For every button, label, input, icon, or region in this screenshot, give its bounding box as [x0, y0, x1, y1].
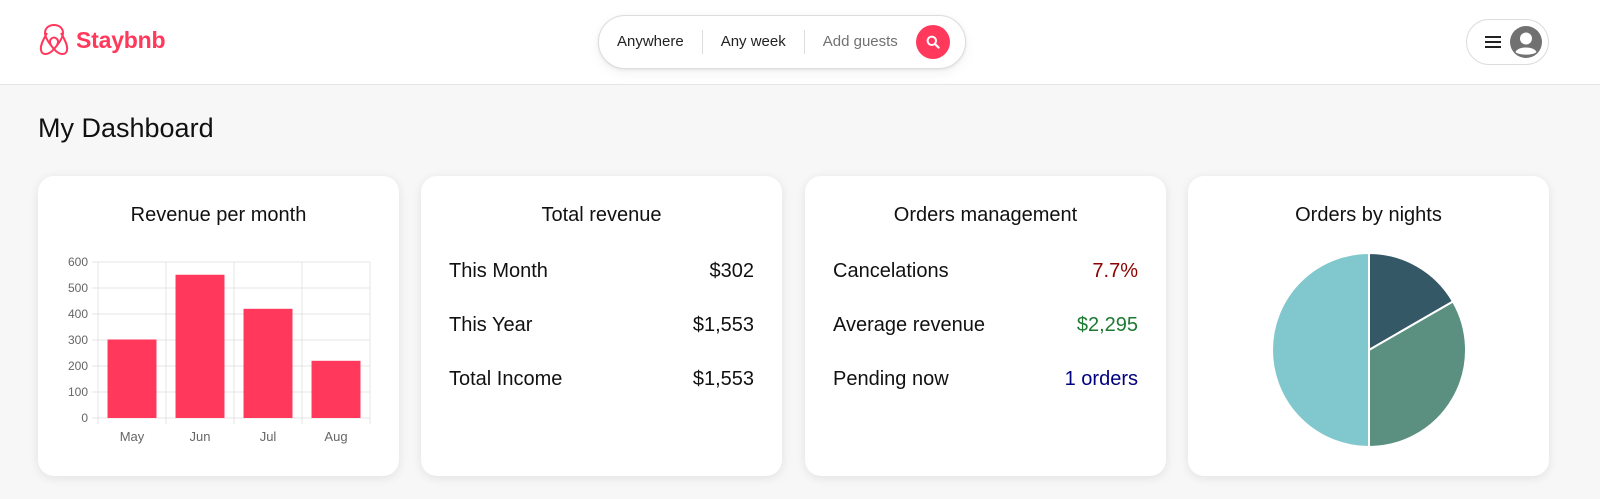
row-value: $1,553 [692, 368, 754, 390]
x-tick-label: Jun [190, 429, 211, 444]
search-when[interactable]: Any week [703, 30, 805, 54]
pie-slice-3[interactable] [1271, 251, 1370, 449]
bar-jun[interactable] [175, 274, 225, 418]
y-tick-label: 200 [68, 359, 88, 373]
y-tick-label: 0 [81, 411, 88, 425]
revenue-row-total-income: Total Income $1,553 [449, 368, 754, 391]
orders-row-cancelations: Cancelations 7.7% [833, 260, 1138, 283]
row-label: Average revenue [833, 314, 985, 336]
x-tick-label: May [120, 429, 145, 444]
card-title: Orders management [893, 204, 1078, 226]
orders-management-card: Orders management Cancelations 7.7% Aver… [805, 176, 1166, 476]
staybnb-logo-icon [39, 24, 69, 55]
row-label: Pending now [833, 368, 949, 390]
search-where[interactable]: Anywhere [599, 30, 703, 54]
revenue-per-month-card: Revenue per month 0 100 200 300 400 500 600 May… [38, 176, 399, 476]
revenue-row-this-year: This Year $1,553 [449, 314, 754, 337]
user-menu-button[interactable] [1466, 19, 1549, 65]
row-value: $302 [709, 260, 755, 282]
bar-aug[interactable] [311, 360, 361, 418]
search-icon [926, 35, 940, 49]
orders-row-average-revenue: Average revenue $2,295 [833, 314, 1138, 337]
y-tick-label: 300 [68, 333, 88, 347]
bar-may[interactable] [107, 339, 157, 418]
row-value: 1 orders [1064, 368, 1138, 390]
x-tick-label: Jul [260, 429, 277, 444]
hamburger-menu-icon [1485, 36, 1501, 48]
y-tick-label: 100 [68, 385, 88, 399]
y-tick-label: 400 [68, 307, 88, 321]
orders-by-nights-card: Orders by nights [1188, 176, 1549, 476]
row-value: $2,295 [1076, 314, 1138, 336]
y-tick-label: 500 [68, 281, 88, 295]
x-tick-label: Aug [324, 429, 347, 444]
brand-name: Staybnb [76, 26, 166, 53]
avatar-icon [1510, 26, 1542, 58]
row-label: Cancelations [833, 260, 949, 282]
row-label: This Month [449, 260, 548, 282]
card-title: Total revenue [541, 204, 662, 226]
y-tick-label: 600 [68, 255, 88, 269]
total-revenue-card: Total revenue This Month $302 This Year … [421, 176, 782, 476]
row-label: Total Income [449, 368, 563, 390]
revenue-row-this-month: This Month $302 [449, 260, 754, 283]
row-label: This Year [449, 314, 533, 336]
orders-row-pending-now: Pending now 1 orders [833, 368, 1138, 391]
search-guests[interactable]: Add guests [805, 30, 916, 54]
search-bar[interactable]: Anywhere Any week Add guests [598, 15, 966, 69]
row-value: 7.7% [1092, 260, 1138, 282]
top-header: Staybnb Anywhere Any week Add guests [0, 0, 1600, 85]
orders-by-nights-pie-chart [1271, 251, 1467, 449]
search-button[interactable] [915, 25, 950, 59]
bar-jul[interactable] [243, 308, 293, 418]
revenue-bar-chart: 0 100 200 300 400 500 600 May Jun Jul Aug [68, 255, 371, 444]
page-title: My Dashboard [38, 113, 214, 143]
row-value: $1,553 [692, 314, 754, 336]
brand-logo[interactable]: Staybnb [38, 22, 166, 58]
